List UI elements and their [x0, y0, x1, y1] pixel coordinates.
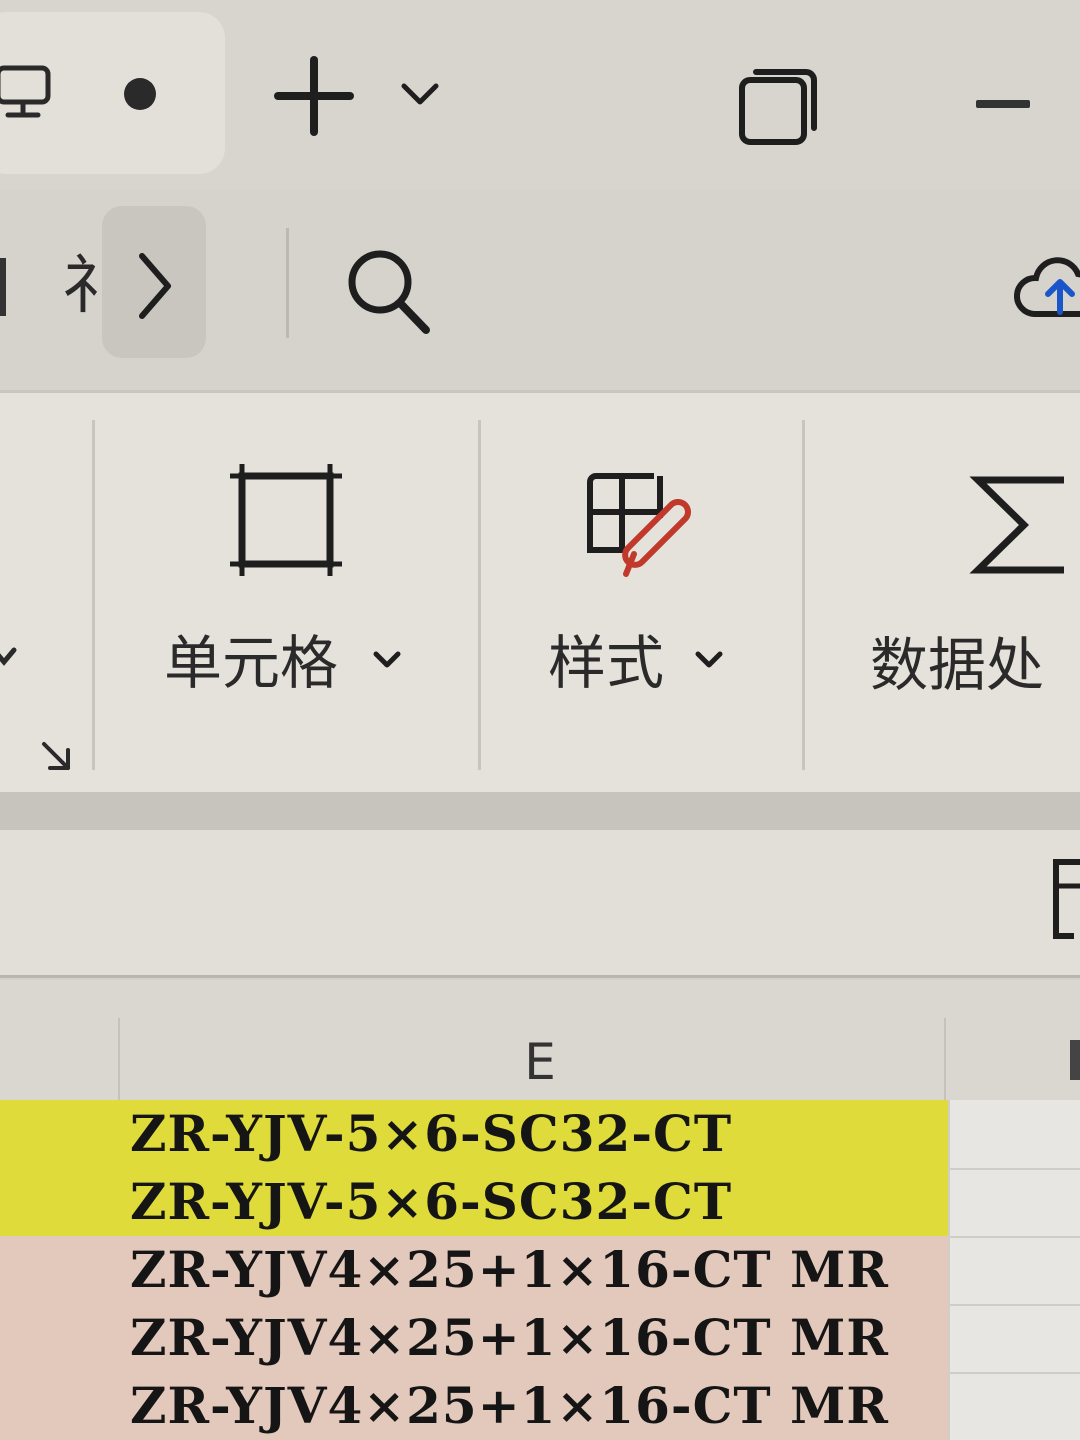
column-separator[interactable]	[118, 1018, 120, 1100]
ribbon-label-styles: 样式	[548, 629, 665, 697]
grid-horizontal-line	[950, 1372, 1080, 1374]
grid-vertical-line	[948, 1100, 950, 1440]
formula-bar[interactable]	[0, 830, 1080, 978]
cell-e-value: ZR-YJV-5×6-SC32-CT	[130, 1172, 733, 1231]
ribbon	[0, 390, 1080, 792]
ribbon-separator	[92, 420, 95, 770]
column-separator[interactable]	[944, 1018, 946, 1100]
formula-expand-icon[interactable]	[1046, 856, 1080, 942]
cell-border-icon	[230, 464, 342, 576]
chevron-down-icon	[373, 651, 401, 668]
cell-e-value: ZR-YJV-5×6-SC32-CT	[130, 1104, 733, 1163]
ribbon-bottom-bar	[0, 792, 1080, 830]
toolbar-edge-marker	[0, 258, 6, 316]
table-row[interactable]: ZR-YJV4×25+1×16-CT MR	[0, 1372, 948, 1440]
ribbon-separator	[478, 420, 481, 770]
column-header-f-partial[interactable]	[1070, 1040, 1080, 1080]
table-row[interactable]: ZR-YJV4×25+1×16-CT MR	[0, 1236, 948, 1304]
table-style-brush-icon	[587, 473, 691, 577]
grid-horizontal-line	[950, 1304, 1080, 1306]
window-minimize-icon[interactable]	[976, 100, 1030, 108]
column-header-e[interactable]: E	[510, 1030, 570, 1094]
table-row[interactable]: ZR-YJV-5×6-SC32-CT	[0, 1168, 948, 1236]
monitor-icon	[0, 65, 51, 118]
new-tab-plus-icon[interactable]	[272, 54, 356, 138]
cell-e-value: ZR-YJV4×25+1×16-CT MR	[130, 1240, 889, 1299]
sigma-icon	[969, 476, 1064, 574]
grid-horizontal-line	[950, 1236, 1080, 1238]
quick-access-partial-label: 礻	[62, 249, 126, 323]
ribbon-partial-chevron-icon	[0, 647, 17, 666]
chevron-down-icon[interactable]	[400, 80, 440, 110]
cell-e-value: ZR-YJV4×25+1×16-CT MR	[130, 1376, 889, 1435]
dialog-launcher-icon[interactable]	[38, 738, 74, 774]
ribbon-separator	[802, 420, 805, 770]
chevron-right-icon[interactable]	[130, 246, 178, 326]
table-row[interactable]: ZR-YJV4×25+1×16-CT MR	[0, 1304, 948, 1372]
toolbar-divider	[286, 228, 289, 338]
unsaved-dot-icon	[124, 78, 156, 110]
ribbon-label-data-processing: 数据处	[870, 631, 1045, 699]
grid-horizontal-line	[950, 1168, 1080, 1170]
window-restore-icon[interactable]	[736, 62, 822, 148]
cell-e-value: ZR-YJV4×25+1×16-CT MR	[130, 1308, 889, 1367]
search-icon[interactable]	[340, 244, 436, 340]
table-row[interactable]: ZR-YJV-5×6-SC32-CT	[0, 1100, 948, 1168]
ribbon-label-cells: 单元格	[164, 629, 339, 697]
chevron-down-icon	[695, 651, 723, 668]
cloud-upload-icon[interactable]	[1014, 250, 1080, 330]
